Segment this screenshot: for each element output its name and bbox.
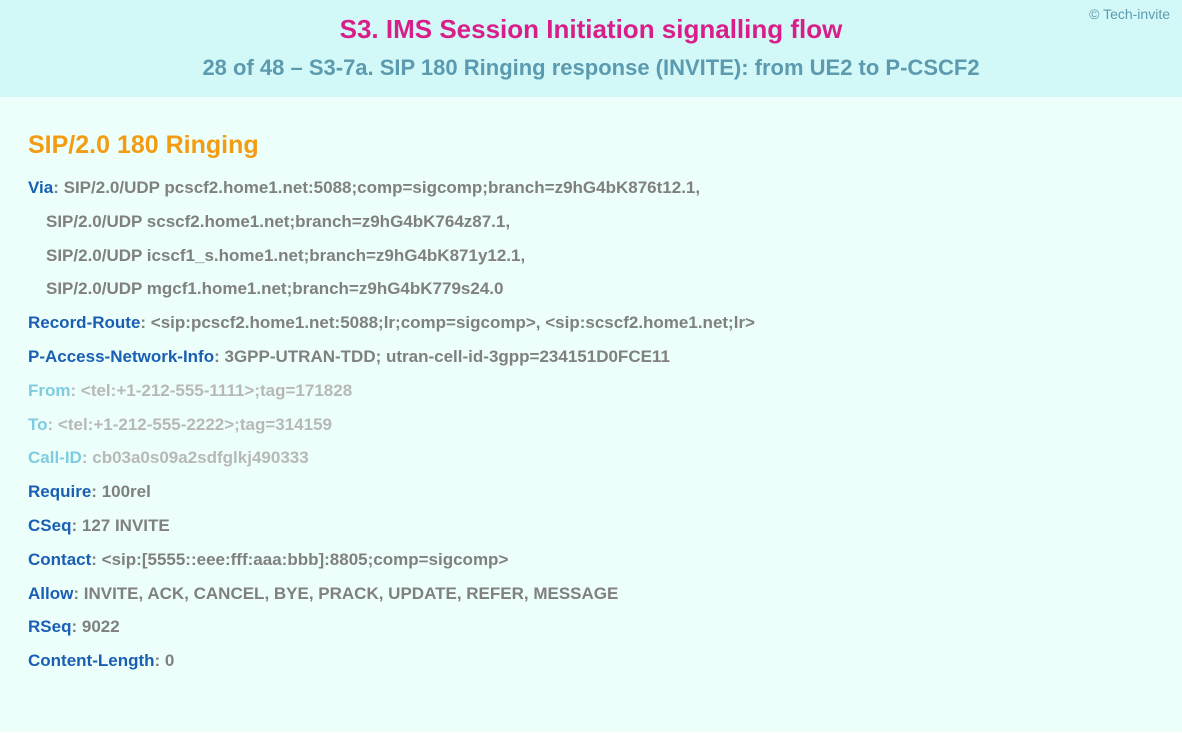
sip-header-name: RSeq (28, 617, 71, 636)
sip-header-name: Content-Length (28, 651, 155, 670)
sip-header-name: To (28, 415, 48, 434)
sip-header-value: <sip:[5555::eee:fff:aaa:bbb]:8805;comp=s… (102, 550, 509, 569)
sip-header-name: Require (28, 482, 91, 501)
sip-header-value: INVITE, ACK, CANCEL, BYE, PRACK, UPDATE,… (84, 584, 619, 603)
copyright-text: © Tech-invite (1089, 6, 1170, 22)
sip-header-name: CSeq (28, 516, 71, 535)
sip-header-line: Via: SIP/2.0/UDP pcscf2.home1.net:5088;c… (28, 176, 1154, 200)
sip-header-value: <tel:+1-212-555-2222>;tag=314159 (58, 415, 332, 434)
sip-header-value: <sip:pcscf2.home1.net:5088;lr;comp=sigco… (151, 313, 755, 332)
sip-header-line: Require: 100rel (28, 480, 1154, 504)
sip-header-name: Via (28, 178, 53, 197)
sip-header-continuation: SIP/2.0/UDP scscf2.home1.net;branch=z9hG… (28, 210, 1154, 234)
sip-header-value: 3GPP-UTRAN-TDD; utran-cell-id-3gpp=23415… (225, 347, 670, 366)
sip-header-value: 0 (165, 651, 174, 670)
page-title: S3. IMS Session Initiation signalling fl… (16, 14, 1166, 45)
content-block: SIP/2.0 180 Ringing Via: SIP/2.0/UDP pcs… (0, 97, 1182, 732)
sip-header-line: From: <tel:+1-212-555-1111>;tag=171828 (28, 379, 1154, 403)
sip-header-value: 9022 (82, 617, 120, 636)
sip-header-line: Call-ID: cb03a0s09a2sdfglkj490333 (28, 446, 1154, 470)
sip-status-line: SIP/2.0 180 Ringing (28, 131, 1154, 160)
sip-header-value: SIP/2.0/UDP pcscf2.home1.net:5088;comp=s… (64, 178, 700, 197)
sip-header-line: Record-Route: <sip:pcscf2.home1.net:5088… (28, 311, 1154, 335)
sip-header-name: Call-ID (28, 448, 82, 467)
page-subtitle: 28 of 48 – S3-7a. SIP 180 Ringing respon… (16, 55, 1166, 81)
sip-header-line: Content-Length: 0 (28, 649, 1154, 673)
sip-header-continuation: SIP/2.0/UDP mgcf1.home1.net;branch=z9hG4… (28, 277, 1154, 301)
sip-header-line: Allow: INVITE, ACK, CANCEL, BYE, PRACK, … (28, 582, 1154, 606)
sip-header-line: CSeq: 127 INVITE (28, 514, 1154, 538)
header-block: © Tech-invite S3. IMS Session Initiation… (0, 0, 1182, 97)
sip-header-name: P-Access-Network-Info (28, 347, 214, 366)
sip-header-value: <tel:+1-212-555-1111>;tag=171828 (81, 381, 352, 400)
sip-header-name: From (28, 381, 71, 400)
sip-header-line: To: <tel:+1-212-555-2222>;tag=314159 (28, 413, 1154, 437)
sip-header-line: P-Access-Network-Info: 3GPP-UTRAN-TDD; u… (28, 345, 1154, 369)
sip-header-name: Contact (28, 550, 91, 569)
sip-headers-container: Via: SIP/2.0/UDP pcscf2.home1.net:5088;c… (28, 176, 1154, 673)
sip-header-name: Record-Route (28, 313, 140, 332)
sip-header-line: RSeq: 9022 (28, 615, 1154, 639)
sip-header-name: Allow (28, 584, 73, 603)
sip-header-continuation: SIP/2.0/UDP icscf1_s.home1.net;branch=z9… (28, 244, 1154, 268)
sip-header-value: 100rel (102, 482, 151, 501)
sip-header-line: Contact: <sip:[5555::eee:fff:aaa:bbb]:88… (28, 548, 1154, 572)
sip-header-value: 127 INVITE (82, 516, 170, 535)
sip-header-value: cb03a0s09a2sdfglkj490333 (92, 448, 308, 467)
